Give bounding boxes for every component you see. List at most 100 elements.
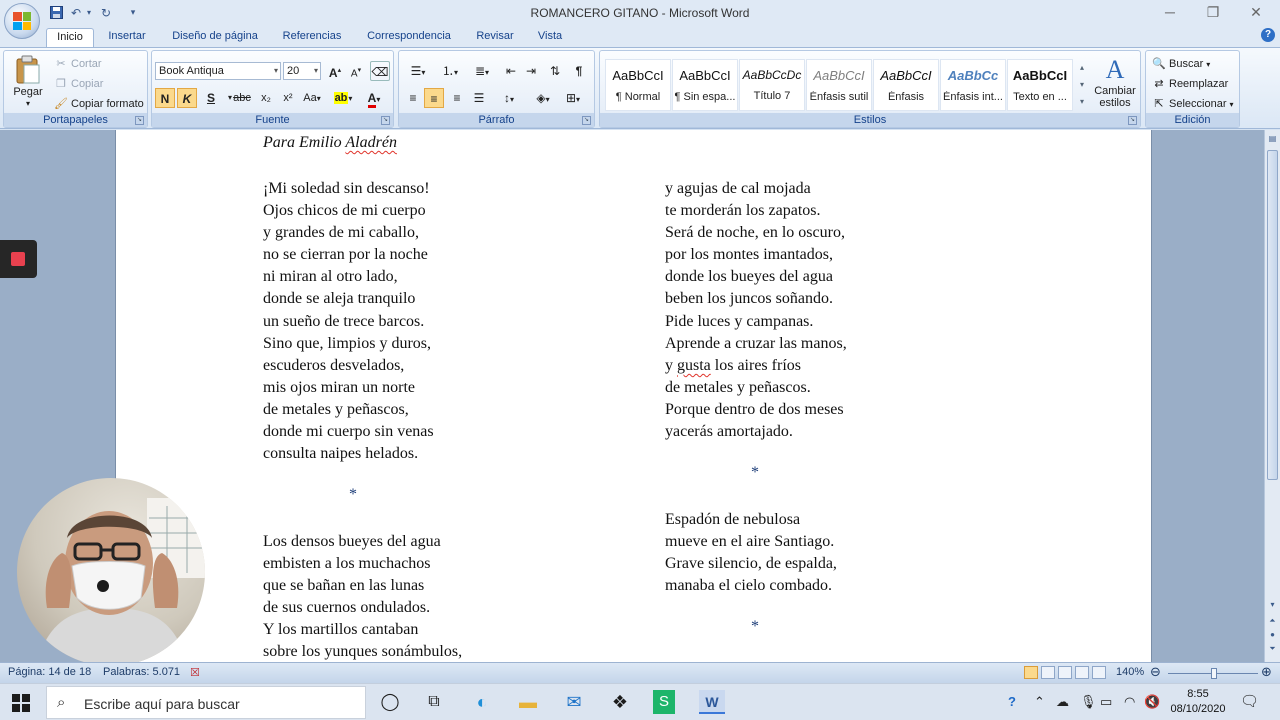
superscript-button[interactable]: x² bbox=[278, 88, 298, 108]
style-sin-espaciado[interactable]: AaBbCcI ¶ Sin espa... bbox=[672, 59, 738, 111]
bullets-button[interactable]: ☰▾ bbox=[403, 61, 433, 81]
page-count[interactable]: Página: 14 de 18 bbox=[8, 666, 91, 678]
paste-button[interactable]: Pegar ▾ bbox=[10, 55, 46, 108]
web-layout-icon[interactable] bbox=[1058, 666, 1072, 679]
edge-icon[interactable]: ◐ bbox=[469, 690, 495, 714]
notifications-icon[interactable]: 🗨 bbox=[1240, 692, 1259, 710]
draft-view-icon[interactable] bbox=[1092, 666, 1106, 679]
next-page-icon[interactable]: ⏷ bbox=[1267, 644, 1278, 656]
help-icon[interactable]: ? bbox=[1261, 28, 1275, 42]
microphone-icon[interactable]: 🎙 bbox=[1080, 694, 1097, 710]
justify-icon[interactable]: ☰ bbox=[469, 88, 489, 108]
font-name-combo[interactable]: Book Antiqua ▾ bbox=[155, 62, 281, 80]
find-button[interactable]: 🔍 Buscar ▾ bbox=[1152, 57, 1210, 71]
styles-gallery-scroll[interactable]: ▴ ▾ ▾ bbox=[1076, 59, 1088, 111]
zoom-level[interactable]: 140% bbox=[1116, 666, 1144, 678]
style-titulo-7[interactable]: AaBbCcDc Título 7 bbox=[739, 59, 805, 111]
shrink-font-button[interactable]: A▾ bbox=[346, 61, 366, 81]
tab-correspondencia[interactable]: Correspondencia bbox=[356, 28, 462, 47]
bold-button[interactable]: N bbox=[155, 88, 175, 108]
windows-start-icon[interactable] bbox=[12, 694, 30, 712]
increase-indent-icon[interactable]: ⇥ bbox=[521, 61, 541, 81]
styles-launcher-icon[interactable]: ↘ bbox=[1128, 116, 1137, 125]
zoom-in-icon[interactable]: ⊕ bbox=[1261, 664, 1272, 680]
office-button[interactable] bbox=[4, 3, 40, 39]
replace-button[interactable]: ⇄ Reemplazar bbox=[1152, 77, 1228, 91]
chevron-up-icon[interactable]: ⌃ bbox=[1034, 694, 1045, 710]
minimize-button[interactable]: ─ bbox=[1150, 3, 1190, 21]
highlight-button[interactable]: ab▾ bbox=[330, 88, 356, 108]
change-styles-button[interactable]: A Cambiar estilos bbox=[1092, 55, 1138, 109]
wifi-icon[interactable]: ◠ bbox=[1124, 694, 1135, 710]
format-painter-button[interactable]: 🖌 Copiar formato bbox=[54, 97, 144, 111]
task-view-icon[interactable]: ⧉ bbox=[421, 690, 447, 714]
style-enfasis-intenso[interactable]: AaBbCc Énfasis int... bbox=[940, 59, 1006, 111]
change-case-button[interactable]: Aa▾ bbox=[300, 88, 324, 108]
style-enfasis-sutil[interactable]: AaBbCcI Énfasis sutil bbox=[806, 59, 872, 111]
volume-muted-icon[interactable]: 🔇 bbox=[1144, 694, 1160, 710]
tab-diseno-pagina[interactable]: Diseño de página bbox=[162, 28, 268, 47]
app-s-icon[interactable]: S bbox=[653, 690, 675, 714]
numbering-button[interactable]: ⒈▾ bbox=[435, 61, 465, 81]
align-right-icon[interactable]: ≡ bbox=[447, 88, 467, 108]
file-explorer-icon[interactable]: ▬ bbox=[515, 690, 541, 714]
restore-button[interactable]: ❐ bbox=[1193, 3, 1233, 21]
tab-inicio[interactable]: Inicio bbox=[46, 28, 94, 47]
ruler-toggle-icon[interactable]: ▤ bbox=[1267, 134, 1278, 146]
underline-button[interactable]: S bbox=[201, 88, 221, 108]
paragraph-launcher-icon[interactable]: ↘ bbox=[582, 116, 591, 125]
copy-button[interactable]: ❐ Copiar bbox=[54, 77, 103, 91]
line-spacing-button[interactable]: ↕▾ bbox=[495, 88, 523, 108]
sort-icon[interactable]: ⇅ bbox=[545, 61, 565, 81]
subscript-button[interactable]: x₂ bbox=[256, 88, 276, 108]
zoom-slider-thumb[interactable] bbox=[1211, 668, 1217, 679]
strikethrough-button[interactable]: abc bbox=[232, 88, 252, 108]
zoom-out-icon[interactable]: ⊖ bbox=[1150, 664, 1161, 680]
browse-object-icon[interactable]: ● bbox=[1267, 630, 1278, 642]
help-tray-icon[interactable]: ? bbox=[1008, 694, 1016, 709]
show-formatting-icon[interactable]: ¶ bbox=[569, 61, 589, 81]
tab-referencias[interactable]: Referencias bbox=[276, 28, 348, 47]
proofing-icon[interactable]: ☒ bbox=[190, 666, 200, 679]
onedrive-icon[interactable]: ☁ bbox=[1056, 694, 1069, 710]
shading-button[interactable]: ◈▾ bbox=[529, 88, 557, 108]
document-page[interactable]: Para Emilio Aladrén ¡Mi soledad sin desc… bbox=[115, 130, 1152, 662]
word-count[interactable]: Palabras: 5.071 bbox=[103, 666, 180, 678]
tab-insertar[interactable]: Insertar bbox=[100, 28, 154, 47]
style-texto-en-negrita[interactable]: AaBbCcI Texto en ... bbox=[1007, 59, 1073, 111]
font-size-combo[interactable]: 20 ▾ bbox=[283, 62, 321, 80]
style-enfasis[interactable]: AaBbCcI Énfasis bbox=[873, 59, 939, 111]
decrease-indent-icon[interactable]: ⇤ bbox=[501, 61, 521, 81]
tab-revisar[interactable]: Revisar bbox=[470, 28, 520, 47]
print-layout-view-icon[interactable] bbox=[1024, 666, 1038, 679]
align-center-icon[interactable]: ≡ bbox=[424, 88, 444, 108]
select-button[interactable]: ⇱ Seleccionar ▾ bbox=[1152, 97, 1233, 111]
outline-view-icon[interactable] bbox=[1075, 666, 1089, 679]
italic-button[interactable]: K bbox=[177, 88, 197, 108]
cortana-icon[interactable]: ◯ bbox=[377, 690, 403, 714]
battery-icon[interactable]: ▭ bbox=[1100, 694, 1112, 710]
style-normal[interactable]: AaBbCcI ¶ Normal bbox=[605, 59, 671, 111]
align-left-icon[interactable]: ≡ bbox=[403, 88, 423, 108]
clear-formatting-icon[interactable]: ⌫ bbox=[370, 61, 390, 81]
clipboard-launcher-icon[interactable]: ↘ bbox=[135, 116, 144, 125]
grow-font-button[interactable]: A▴ bbox=[325, 61, 345, 81]
vertical-scrollbar[interactable]: ▤ ▾ ⏶ ● ⏷ bbox=[1264, 130, 1280, 662]
cut-button[interactable]: ✂ Cortar bbox=[54, 57, 101, 71]
tab-vista[interactable]: Vista bbox=[528, 28, 572, 47]
multilevel-list-button[interactable]: ≣▾ bbox=[467, 61, 497, 81]
record-button[interactable] bbox=[0, 240, 37, 278]
font-color-button[interactable]: A▾ bbox=[360, 88, 388, 108]
full-screen-reading-icon[interactable] bbox=[1041, 666, 1055, 679]
word-taskbar-icon[interactable]: W bbox=[699, 690, 725, 714]
font-launcher-icon[interactable]: ↘ bbox=[381, 116, 390, 125]
close-button[interactable]: ✕ bbox=[1236, 3, 1276, 21]
borders-button[interactable]: ⊞▾ bbox=[559, 88, 587, 108]
scroll-down-icon[interactable]: ▾ bbox=[1267, 600, 1278, 612]
taskbar-search[interactable]: ⌕ Escribe aquí para buscar bbox=[46, 686, 366, 719]
dropbox-icon[interactable]: ❖ bbox=[607, 690, 633, 714]
previous-page-icon[interactable]: ⏶ bbox=[1267, 616, 1278, 628]
clock[interactable]: 8:55 08/10/2020 bbox=[1168, 687, 1228, 717]
scrollbar-thumb[interactable] bbox=[1267, 150, 1278, 480]
mail-icon[interactable]: ✉ bbox=[561, 690, 587, 714]
